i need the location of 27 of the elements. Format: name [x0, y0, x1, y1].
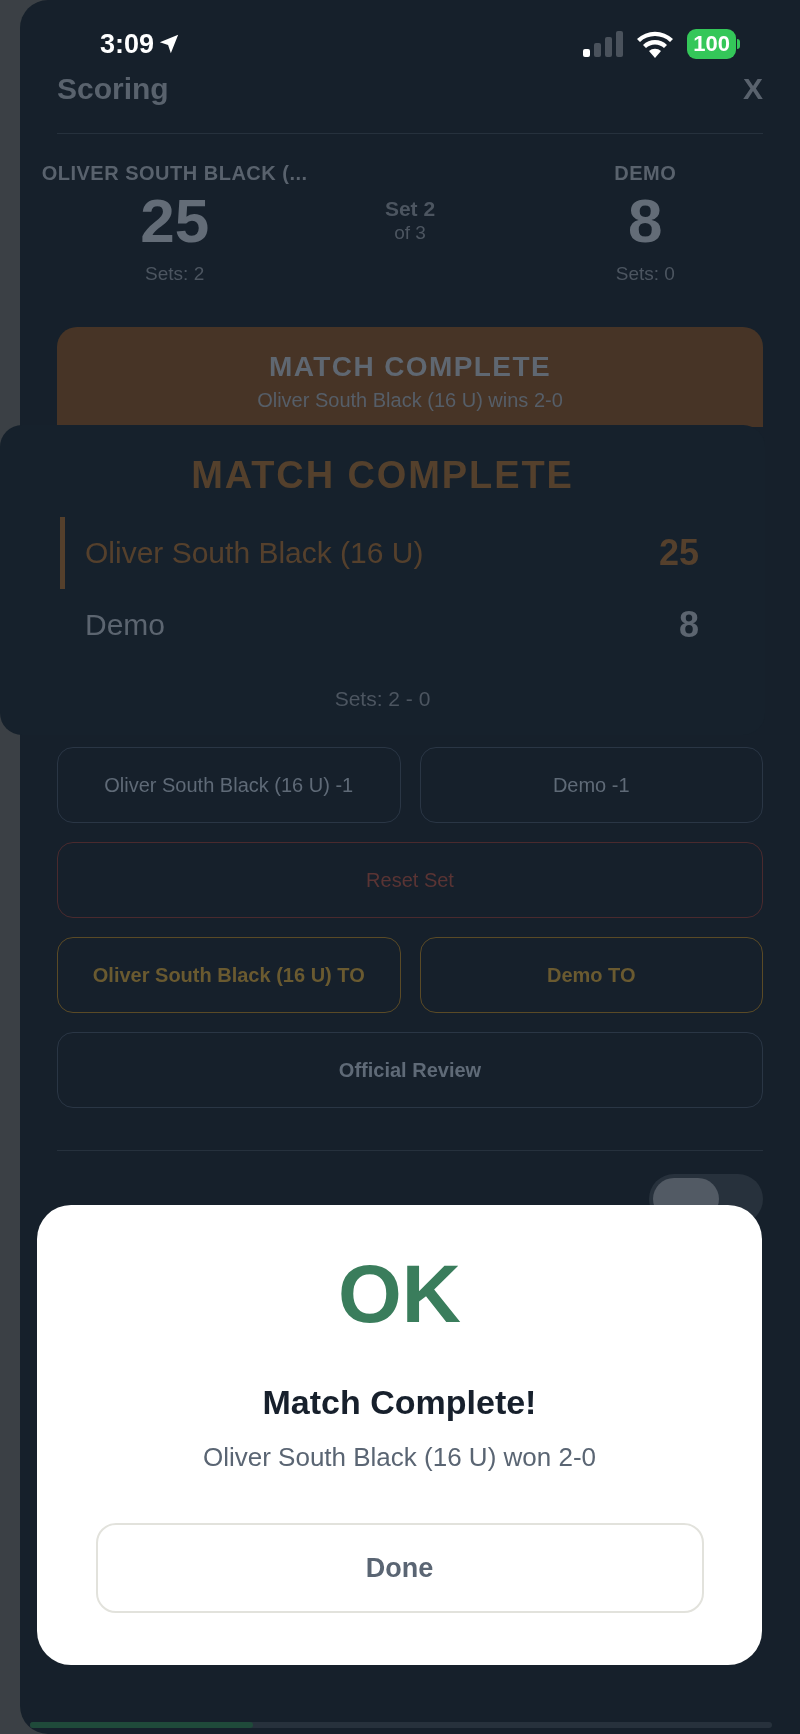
team-score: 25: [140, 188, 210, 254]
ok-text: OK: [338, 1251, 461, 1337]
result-team-score: 25: [658, 530, 699, 575]
signal-icon: [583, 31, 624, 58]
dialog-message: Oliver South Black (16 U) won 2-0: [202, 1441, 596, 1474]
action-button[interactable]: Demo TO: [419, 936, 763, 1013]
result-title: MATCH COMPLETE: [190, 454, 575, 495]
team-name: DEMO: [614, 161, 677, 186]
action-button[interactable]: Official Review: [57, 1031, 763, 1108]
battery-level: 100: [687, 29, 736, 60]
status-time: 3:09: [100, 28, 155, 61]
action-button[interactable]: Oliver South Black (16 U) -1: [57, 746, 401, 823]
wifi-icon: [637, 30, 674, 59]
result-team-score: 8: [678, 602, 699, 647]
team-name: OLIVER SOUTH BLACK (...: [41, 161, 308, 186]
action-button[interactable]: Oliver South Black (16 U) TO: [57, 936, 401, 1013]
close-button[interactable]: X: [743, 66, 763, 111]
team-score: 8: [628, 188, 663, 254]
action-button[interactable]: Demo -1: [419, 746, 763, 823]
action-button[interactable]: Reset Set: [57, 841, 763, 918]
dialog-title: Match Complete!: [262, 1382, 537, 1423]
result-team-name: Oliver South Black (16 U): [85, 535, 424, 571]
done-button[interactable]: Done: [95, 1523, 704, 1613]
result-team-name: Demo: [85, 607, 166, 643]
banner-subtitle: Oliver South Black (16 U) wins 2-0: [257, 388, 563, 411]
banner-title: MATCH COMPLETE: [269, 350, 551, 383]
screen-title: Scoring: [57, 71, 169, 106]
